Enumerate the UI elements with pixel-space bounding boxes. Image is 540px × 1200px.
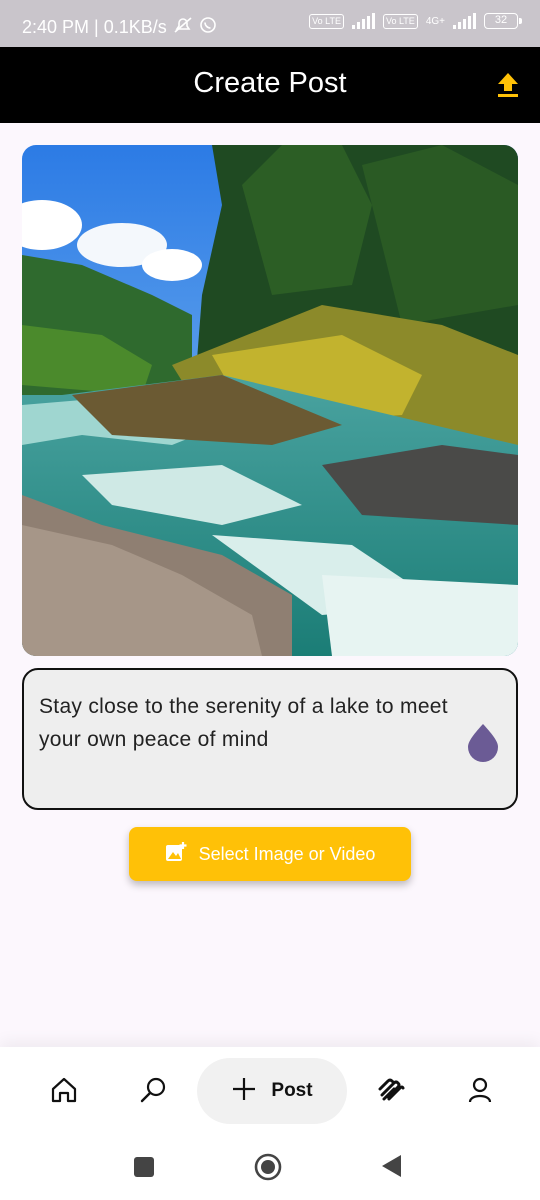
search-icon[interactable]: [138, 1075, 168, 1105]
status-time: 2:40 PM | 0.1KB/s: [22, 17, 167, 37]
app-bar: Create Post: [0, 47, 540, 123]
select-media-label: Select Image or Video: [198, 843, 376, 864]
system-nav-bar: [0, 1137, 540, 1200]
upload-icon[interactable]: [496, 71, 520, 99]
add-photo-icon: [165, 841, 187, 868]
network-type: 4G+: [425, 15, 445, 27]
select-media-button[interactable]: Select Image or Video: [129, 827, 411, 881]
bottom-nav: Post: [0, 1047, 540, 1137]
drop-handle-icon[interactable]: [466, 722, 500, 762]
battery-icon: 32: [484, 13, 522, 29]
status-bar: 2:40 PM | 0.1KB/s Vo LTE Vo LTE 4G+ 32: [0, 0, 540, 47]
home-icon[interactable]: [49, 1075, 79, 1105]
recents-button[interactable]: [133, 1156, 155, 1183]
squarespace-icon[interactable]: [376, 1075, 406, 1105]
signal-icon-1: [351, 13, 375, 29]
caption-input[interactable]: Stay close to the serenity of a lake to …: [22, 668, 518, 810]
back-button[interactable]: [380, 1154, 402, 1183]
volte-badge-1: Vo LTE: [309, 13, 344, 29]
home-button[interactable]: [254, 1153, 282, 1186]
volte-badge-2: Vo LTE: [382, 13, 418, 29]
plus-icon: [231, 1076, 257, 1107]
profile-icon[interactable]: [465, 1075, 495, 1105]
nav-post-label: Post: [271, 1080, 313, 1101]
signal-icon-2: [453, 13, 476, 29]
mute-icon: [173, 16, 193, 39]
post-image: [22, 145, 518, 656]
nav-post-button[interactable]: Post: [197, 1058, 347, 1124]
caption-text: Stay close to the serenity of a lake to …: [39, 695, 448, 751]
page-title: Create Post: [193, 67, 347, 99]
whatsapp-icon: [199, 16, 217, 39]
